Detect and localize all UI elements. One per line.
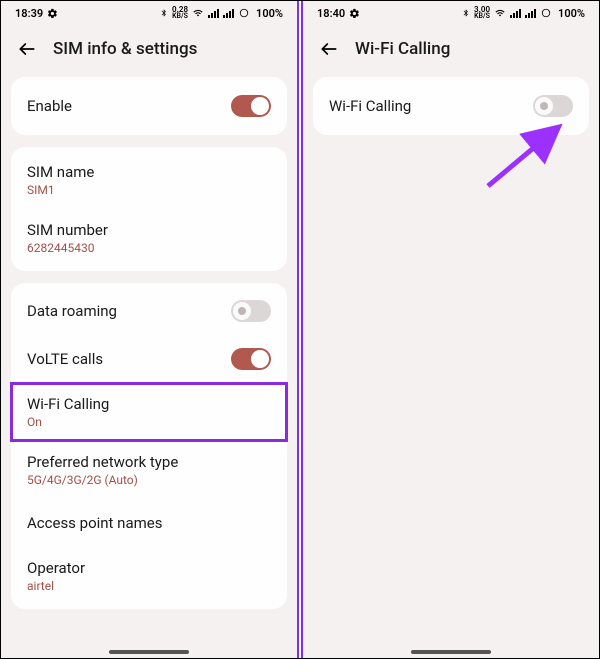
gear-icon <box>47 8 58 19</box>
phone-screen-left: 18:39 0.28KB/S 100% SIM info & settings … <box>1 1 298 658</box>
row-wifi-calling[interactable]: Wi-Fi Calling On <box>11 383 287 441</box>
operator-label: Operator <box>27 559 85 577</box>
status-bar: 18:39 0.28KB/S 100% <box>1 1 297 25</box>
wifi-calling-label: Wi-Fi Calling <box>27 395 109 413</box>
status-bar: 18:40 3.00KB/S 100% <box>303 1 599 25</box>
signal-icon-1 <box>208 8 219 18</box>
card-network: Data roaming VoLTE calls Wi-Fi Calling O… <box>11 283 287 609</box>
apn-label: Access point names <box>27 514 162 532</box>
row-data-roaming[interactable]: Data roaming <box>11 287 287 335</box>
battery-percent: 100% <box>256 7 283 20</box>
status-time: 18:39 <box>15 7 43 20</box>
bluetooth-icon <box>462 8 470 18</box>
wifi-calling-label: Wi-Fi Calling <box>329 97 411 115</box>
battery-percent: 100% <box>558 7 585 20</box>
home-indicator[interactable] <box>109 650 189 654</box>
row-wifi-calling-toggle[interactable]: Wi-Fi Calling <box>313 81 589 131</box>
row-apn[interactable]: Access point names <box>11 499 287 547</box>
card-sim-info: SIM name SIM1 SIM number 6282445430 <box>11 147 287 271</box>
phone-screen-right: 18:40 3.00KB/S 100% Wi-Fi Calling Wi-Fi … <box>302 1 599 658</box>
sim-name-value: SIM1 <box>27 183 94 197</box>
page-header: Wi-Fi Calling <box>303 25 599 77</box>
signal-icon-1 <box>510 8 521 18</box>
row-operator[interactable]: Operator airtel <box>11 547 287 605</box>
row-volte[interactable]: VoLTE calls <box>11 335 287 383</box>
back-arrow-icon[interactable] <box>17 39 37 59</box>
sim-number-label: SIM number <box>27 221 108 239</box>
bluetooth-icon <box>160 8 168 18</box>
network-speed: 3.00KB/S <box>474 6 490 20</box>
roaming-label: Data roaming <box>27 302 117 320</box>
back-arrow-icon[interactable] <box>319 39 339 59</box>
enable-label: Enable <box>27 97 72 115</box>
signal-icon-2 <box>223 8 234 18</box>
preferred-label: Preferred network type <box>27 453 178 471</box>
network-speed: 0.28KB/S <box>172 6 188 20</box>
wifi-calling-toggle[interactable] <box>533 95 573 117</box>
row-preferred-network[interactable]: Preferred network type 5G/4G/3G/2G (Auto… <box>11 441 287 499</box>
card-wifi-calling: Wi-Fi Calling <box>313 77 589 135</box>
roaming-toggle[interactable] <box>231 300 271 322</box>
home-indicator[interactable] <box>411 650 491 654</box>
preferred-value: 5G/4G/3G/2G (Auto) <box>27 473 178 487</box>
battery-icon <box>238 8 250 18</box>
card-enable: Enable <box>11 77 287 135</box>
wifi-calling-value: On <box>27 415 109 429</box>
row-enable[interactable]: Enable <box>11 81 287 131</box>
sim-number-value: 6282445430 <box>27 241 108 255</box>
row-sim-name[interactable]: SIM name SIM1 <box>11 151 287 209</box>
volte-label: VoLTE calls <box>27 350 103 368</box>
row-sim-number[interactable]: SIM number 6282445430 <box>11 209 287 267</box>
battery-icon <box>540 8 552 18</box>
volte-toggle[interactable] <box>231 348 271 370</box>
wifi-icon <box>192 8 204 18</box>
page-title: SIM info & settings <box>53 39 197 59</box>
page-header: SIM info & settings <box>1 25 297 77</box>
enable-toggle[interactable] <box>231 95 271 117</box>
gear-icon <box>349 8 360 19</box>
sim-name-label: SIM name <box>27 163 94 181</box>
wifi-icon <box>494 8 506 18</box>
operator-value: airtel <box>27 579 85 593</box>
signal-icon-2 <box>525 8 536 18</box>
page-title: Wi-Fi Calling <box>355 39 450 59</box>
status-time: 18:40 <box>317 7 345 20</box>
